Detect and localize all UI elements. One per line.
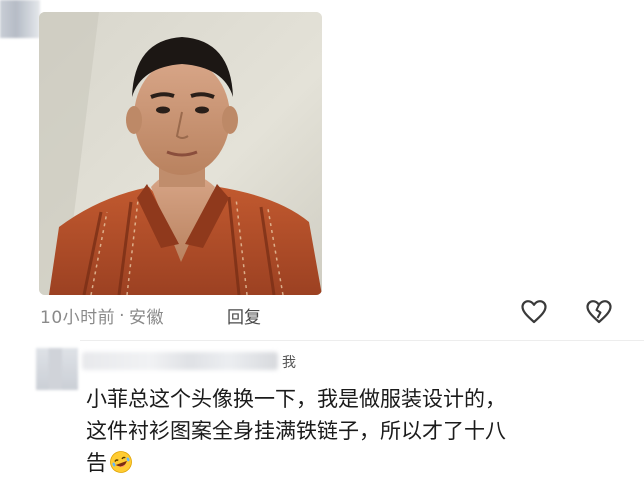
- comment-line-3: 告: [86, 451, 107, 475]
- comment-line-2: 这件衬衫图案全身挂满铁链子，所以才了十八: [86, 419, 506, 443]
- blurred-avatar[interactable]: [0, 0, 40, 38]
- divider: [80, 340, 644, 341]
- rolling-laughing-emoji-icon: [110, 451, 132, 473]
- commenter-name-blurred[interactable]: [82, 352, 278, 370]
- commenter-avatar[interactable]: [36, 348, 78, 390]
- post-time: 10小时前: [40, 308, 116, 328]
- reply-button[interactable]: 回复: [227, 303, 261, 328]
- post-meta: 10小时前 · 安徽: [40, 303, 165, 329]
- portrait-image: [39, 12, 322, 295]
- meta-separator: ·: [119, 305, 126, 326]
- commenter-name-suffix: 我: [282, 355, 296, 371]
- comment-thread: 10小时前 · 安徽 回复 我 小菲总这个头像换一下，我是做服装设计的， 这件衬…: [0, 0, 644, 490]
- broken-heart-icon[interactable]: [585, 298, 613, 326]
- attached-photo[interactable]: [39, 12, 322, 295]
- heart-outline-icon[interactable]: [520, 298, 548, 326]
- comment-line-1: 小菲总这个头像换一下，我是做服装设计的，: [86, 387, 506, 411]
- post-location: 安徽: [129, 308, 165, 328]
- comment-text: 小菲总这个头像换一下，我是做服装设计的， 这件衬衫图案全身挂满铁链子，所以才了十…: [86, 383, 626, 479]
